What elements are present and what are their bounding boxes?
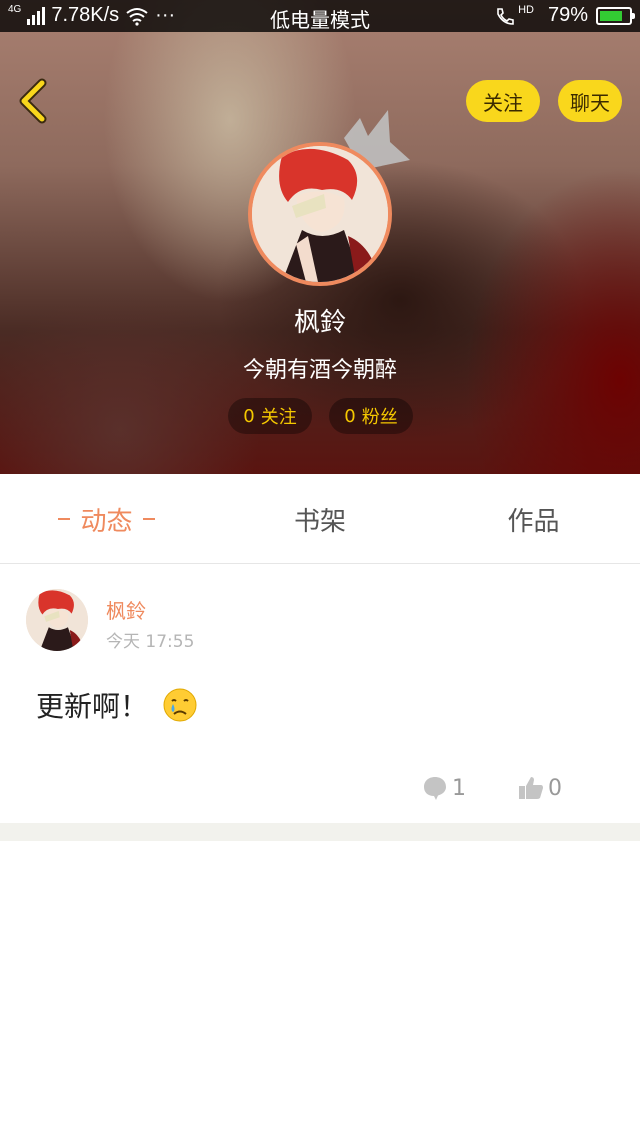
comment-count: 1 <box>452 775 466 801</box>
post-avatar-image <box>26 589 88 651</box>
profile-avatar-wrap <box>248 142 392 286</box>
active-dash-right <box>142 518 155 520</box>
post-content: 更新啊！ <box>36 685 198 725</box>
post-author[interactable]: 枫鈴 <box>106 595 146 624</box>
hd-indicator: HD <box>518 4 534 16</box>
network-speed: 7.78K/s <box>51 4 120 26</box>
follow-button[interactable]: 关注 <box>466 80 540 122</box>
like-count: 0 <box>548 775 562 801</box>
post-card: 枫鈴 今天 17:55 更新啊！ 1 0 <box>0 565 640 823</box>
call-icon <box>497 7 514 25</box>
comment-icon <box>424 777 446 800</box>
post-avatar[interactable] <box>26 589 88 651</box>
post-time: 今天 17:55 <box>106 632 195 652</box>
avatar-image <box>252 146 388 282</box>
tab-bar: 动态 书架 作品 <box>0 474 640 564</box>
battery-icon <box>596 6 635 25</box>
crying-emoji-icon <box>163 688 197 722</box>
tab-bookshelf[interactable]: 书架 <box>213 474 427 564</box>
tab-works-label: 作品 <box>507 506 560 537</box>
battery-percent: 79% <box>547 4 588 26</box>
active-dash-left <box>58 518 71 520</box>
fans-count: 0 <box>344 405 356 427</box>
like-icon <box>519 777 543 799</box>
profile-name: 枫鈴 <box>293 308 346 338</box>
status-right: HD 79% <box>494 4 635 27</box>
status-left: 4G 7.78K/s ··· <box>8 4 175 27</box>
fans-stat[interactable]: 0 粉丝 <box>329 398 413 434</box>
back-icon <box>19 78 47 124</box>
following-label: 关注 <box>260 407 297 428</box>
following-stat[interactable]: 0 关注 <box>228 398 312 434</box>
profile-header: 4G 7.78K/s ··· 低电量模式 HD 79% 关注 聊天 枫鈴 今朝有… <box>0 0 640 474</box>
tab-moments-label: 动态 <box>80 506 133 537</box>
fans-label: 粉丝 <box>361 407 398 428</box>
tab-bookshelf-label: 书架 <box>293 506 346 537</box>
chat-button[interactable]: 聊天 <box>558 80 622 122</box>
like-button[interactable]: 0 <box>518 775 562 801</box>
tab-moments[interactable]: 动态 <box>0 474 213 564</box>
battery-fill <box>600 10 623 21</box>
tab-works[interactable]: 作品 <box>427 474 640 564</box>
avatar[interactable] <box>248 142 392 286</box>
status-bar: 4G 7.78K/s ··· 低电量模式 HD 79% <box>0 0 640 32</box>
profile-bio: 今朝有酒今朝醉 <box>242 358 397 383</box>
post-text: 更新啊！ <box>36 690 149 723</box>
wifi-icon <box>126 7 148 26</box>
back-button[interactable] <box>14 78 54 124</box>
following-count: 0 <box>243 405 255 427</box>
comment-button[interactable]: 1 <box>422 775 466 801</box>
signal-icon <box>27 6 46 25</box>
section-separator <box>0 823 640 841</box>
network-type: 4G <box>8 3 22 15</box>
more-indicator: ··· <box>155 4 176 26</box>
